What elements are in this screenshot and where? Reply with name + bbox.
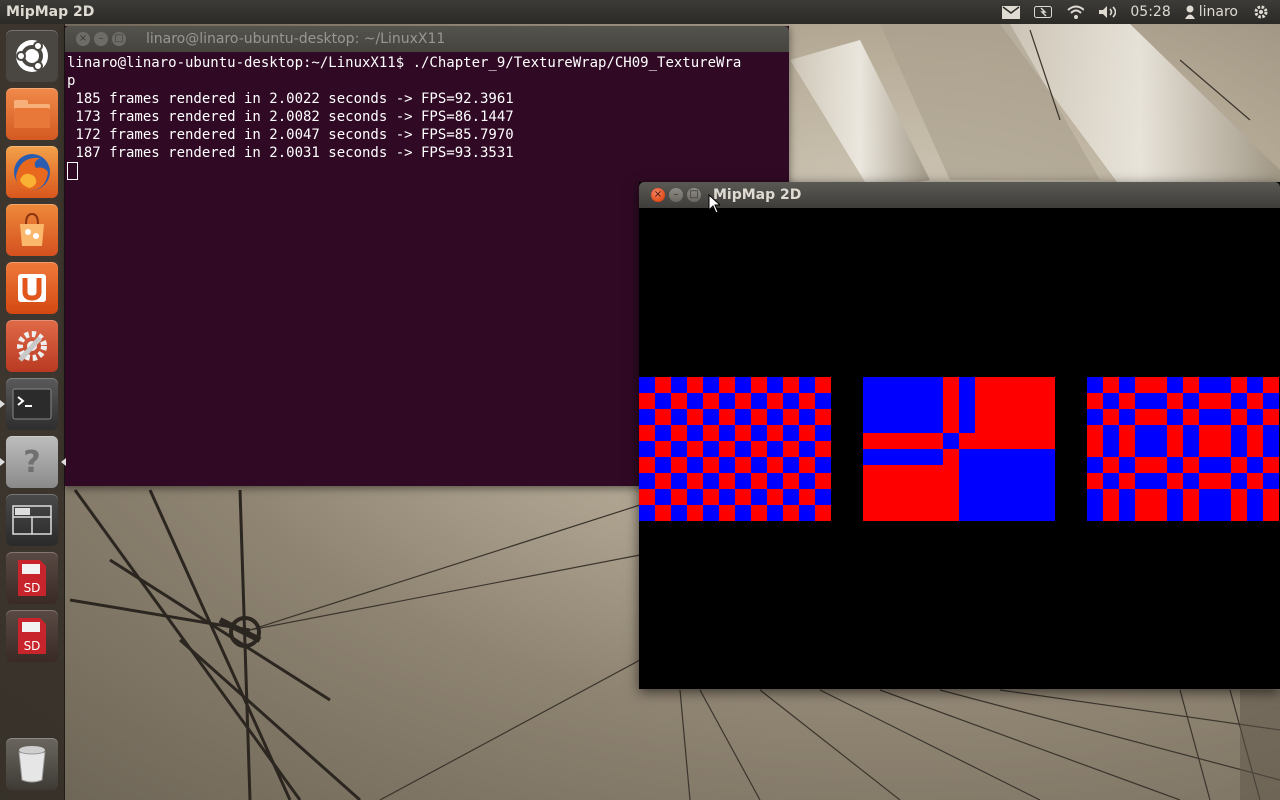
firefox-icon[interactable] <box>6 146 58 198</box>
battery-icon[interactable] <box>1034 4 1053 20</box>
sd-card-icon[interactable]: SD <box>6 610 58 662</box>
settings-gear-icon[interactable] <box>1252 4 1270 20</box>
ubuntu-one-icon[interactable] <box>6 262 58 314</box>
top-panel: MipMap 2D 05:28 linaro <box>0 0 1280 24</box>
active-app-title: MipMap 2D <box>6 4 95 20</box>
terminal-output[interactable]: linaro@linaro-ubuntu-desktop:~/LinuxX11$… <box>64 52 789 182</box>
wifi-icon[interactable] <box>1066 4 1085 20</box>
texture-quad-clamp <box>863 377 1055 521</box>
files-folder-icon[interactable] <box>6 88 58 140</box>
minimize-icon[interactable]: – <box>669 188 683 202</box>
mipmap-window[interactable]: × – □ MipMap 2D <box>639 182 1280 689</box>
user-menu[interactable]: linaro <box>1184 4 1238 20</box>
help-icon[interactable]: ? <box>0 436 66 488</box>
terminal-line: linaro@linaro-ubuntu-desktop:~/LinuxX11$… <box>67 55 742 71</box>
user-icon <box>1184 5 1195 19</box>
terminal-titlebar[interactable]: × – □ linaro@linaro-ubuntu-desktop: ~/Li… <box>64 26 789 52</box>
terminal-line: p <box>67 73 76 89</box>
opengl-render-area[interactable] <box>639 208 1280 689</box>
terminal-icon[interactable] <box>0 378 58 430</box>
close-icon[interactable]: × <box>651 188 665 202</box>
software-center-icon[interactable] <box>6 204 58 256</box>
terminal-title: linaro@linaro-ubuntu-desktop: ~/LinuxX11 <box>146 31 446 47</box>
close-icon[interactable]: × <box>76 32 90 46</box>
sd-card-icon[interactable]: SD <box>6 552 58 604</box>
maximize-icon[interactable]: □ <box>112 32 126 46</box>
dash-home-icon[interactable] <box>6 30 58 82</box>
terminal-line: 187 frames rendered in 2.0031 seconds ->… <box>67 145 514 161</box>
terminal-cursor <box>67 162 78 180</box>
terminal-line: 173 frames rendered in 2.0082 seconds ->… <box>67 109 514 125</box>
trash-icon[interactable] <box>6 738 58 790</box>
active-indicator <box>61 458 66 466</box>
mipmap-titlebar[interactable]: × – □ MipMap 2D <box>639 182 1280 208</box>
texture-quad-repeat <box>639 377 831 521</box>
terminal-line: 172 frames rendered in 2.0047 seconds ->… <box>67 127 514 143</box>
sd-label: SD <box>24 581 41 595</box>
minimize-icon[interactable]: – <box>94 32 108 46</box>
terminal-line: 185 frames rendered in 2.0022 seconds ->… <box>67 91 514 107</box>
texture-quad-mirrored <box>1087 377 1279 521</box>
clock[interactable]: 05:28 <box>1130 4 1170 20</box>
workspace-switcher-icon[interactable] <box>6 494 58 546</box>
mail-icon[interactable] <box>1002 4 1021 20</box>
mouse-pointer-icon <box>708 194 720 214</box>
running-indicator <box>0 400 5 408</box>
system-settings-icon[interactable] <box>6 320 58 372</box>
maximize-icon[interactable]: □ <box>687 188 701 202</box>
username: linaro <box>1198 4 1238 20</box>
volume-icon[interactable] <box>1098 4 1117 20</box>
running-indicator <box>0 458 5 466</box>
svg-text:?: ? <box>23 445 40 480</box>
sd-label: SD <box>24 639 41 653</box>
system-tray: 05:28 linaro <box>1002 4 1280 20</box>
launcher: ? SD SD <box>0 24 66 800</box>
